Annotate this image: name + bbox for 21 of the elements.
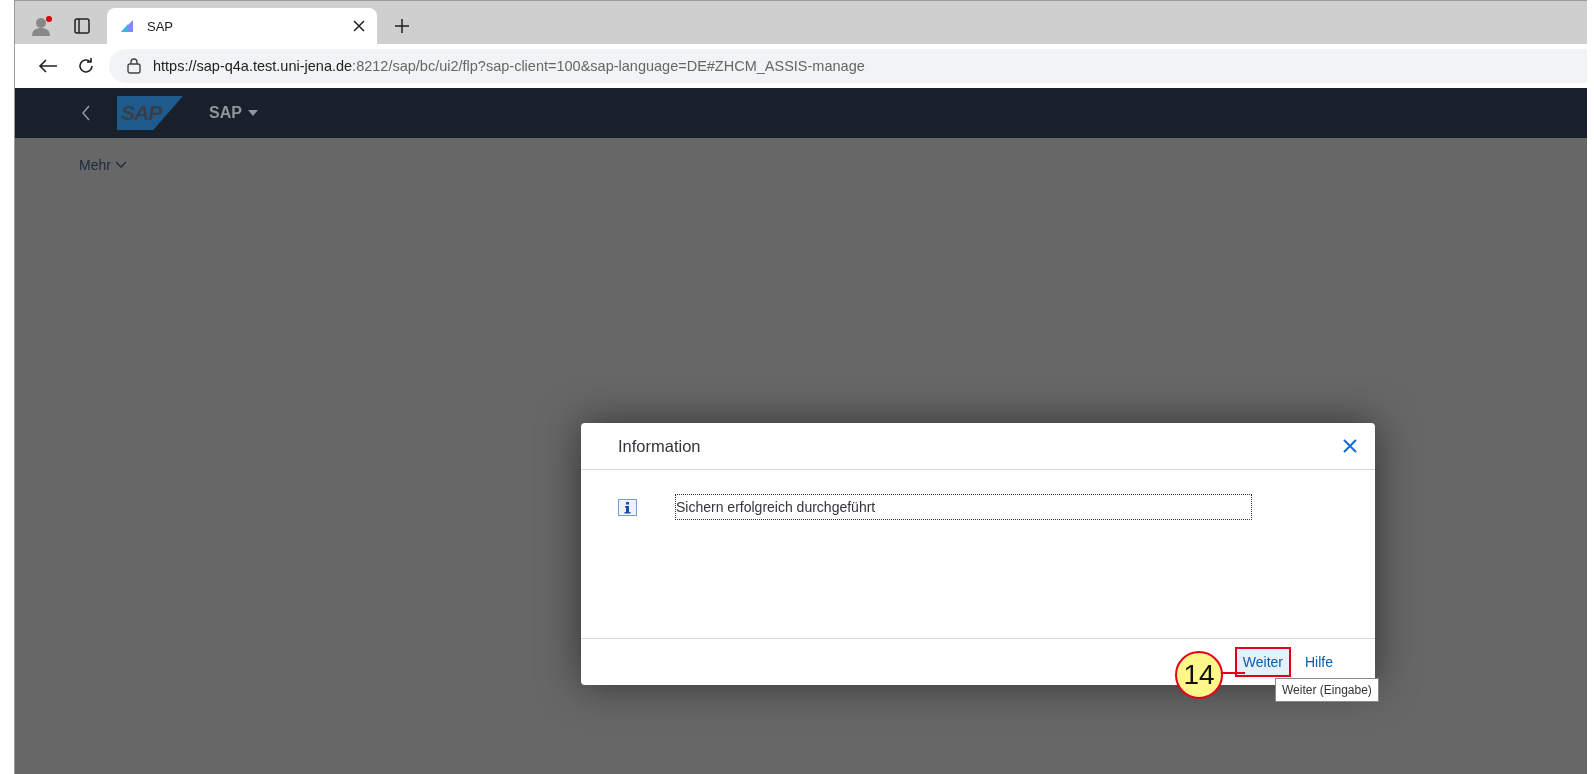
sap-logo: SAP	[117, 96, 183, 130]
shell-title[interactable]: SAP	[209, 104, 258, 122]
info-icon	[618, 499, 637, 516]
caret-icon	[247, 110, 258, 116]
url-path: :8212/sap/bc/ui2/flp?sap-client=100&sap-language=DE#ZHCM_ASSIS-manage	[352, 58, 865, 74]
back-chevron-icon[interactable]	[81, 105, 91, 121]
address-field[interactable]: https://sap-q4a.test.uni-jena.de:8212/sap/bc/ui2/flp?sap-client=100&sap-language=DE#ZHCM_ASSIS-manage	[109, 49, 1587, 83]
app-logo-icon	[119, 18, 135, 34]
close-icon[interactable]	[353, 20, 365, 32]
dialog-button[interactable]: Hilfe	[1297, 647, 1341, 677]
close-button[interactable]	[1343, 439, 1357, 453]
dialog-message: Sichern erfolgreich durchgeführt	[675, 494, 1252, 520]
url-host: https://sap-q4a.test.uni-jena.de	[153, 58, 353, 74]
leader-line	[1221, 672, 1245, 674]
dialog-button[interactable]: Weiter	[1234, 647, 1291, 677]
lock-icon	[127, 58, 141, 74]
tooltip: Weiter (Eingabe)	[1275, 678, 1379, 702]
tab-title: SAP	[147, 18, 174, 34]
chevron-down-icon	[114, 161, 127, 169]
browser-tab[interactable]: SAP	[107, 8, 377, 44]
dialog-title: Information	[618, 436, 701, 456]
